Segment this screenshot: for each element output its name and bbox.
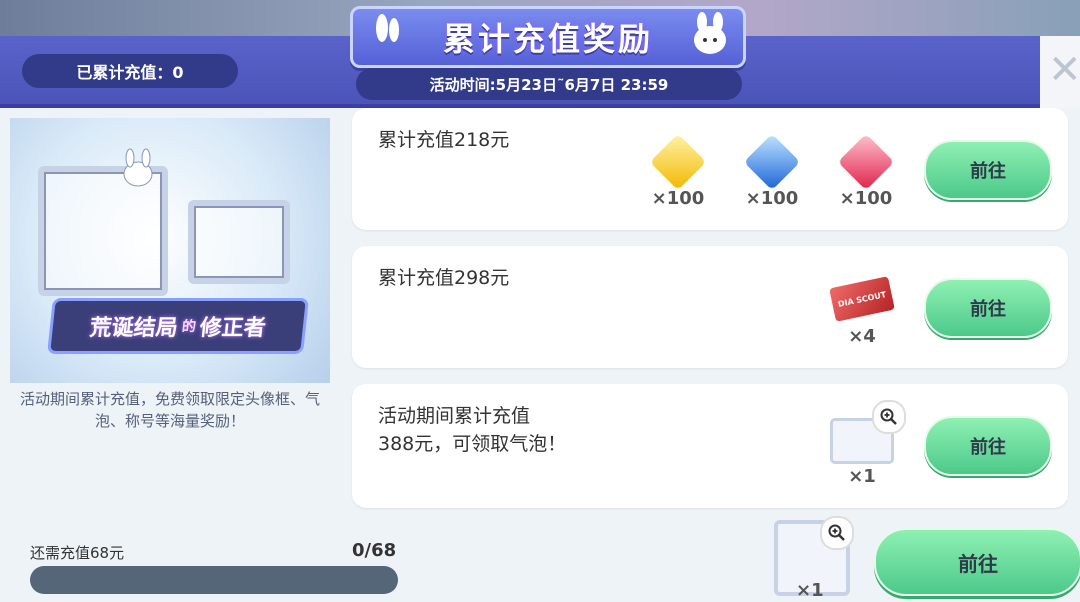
progress-bar: [30, 566, 398, 594]
close-icon[interactable]: ✕: [1048, 50, 1080, 90]
reward-card-298: 累计充值298元 DIA SCOUT ×4 前往: [352, 246, 1068, 368]
blue-gem-icon: [743, 133, 801, 191]
bubble-frame-preview: [188, 200, 290, 284]
title-end: 修正者: [198, 316, 268, 341]
item-qty: ×100: [745, 188, 799, 209]
bunny-icon: [120, 148, 153, 188]
progress-count: 0/68: [352, 540, 397, 561]
title-mid: 的: [181, 319, 197, 335]
go-button-main[interactable]: 前往: [874, 528, 1080, 596]
event-period: 活动时间:5月23日˜6月7日 23:59: [356, 68, 742, 100]
item-qty: ×4: [848, 326, 876, 347]
go-button[interactable]: 前往: [924, 140, 1052, 200]
card-title: 累计充值298元: [378, 267, 510, 289]
reward-item[interactable]: ×100: [742, 133, 802, 209]
promo-image: 荒诞结局 的 修正者: [10, 118, 330, 383]
item-qty: ×100: [651, 188, 705, 209]
bunny-mascot-icon: [690, 12, 726, 54]
zoom-in-icon[interactable]: [820, 516, 854, 550]
reward-item[interactable]: ×100: [836, 133, 896, 209]
bunny-ears-icon: [372, 14, 402, 54]
reward-card-218: 累计充值218元 ×100 ×100 ×100 前往: [352, 108, 1068, 230]
go-button[interactable]: 前往: [924, 278, 1052, 338]
go-button[interactable]: 前往: [924, 416, 1052, 476]
card-title-line2: 388元，可领取气泡！: [378, 433, 567, 455]
dia-scout-ticket-icon: DIA SCOUT: [829, 276, 895, 322]
total-recharge-badge: 已累计充值：0: [22, 54, 238, 88]
item-qty: ×1: [796, 580, 824, 601]
reward-item[interactable]: ×100: [648, 133, 708, 209]
reward-card-388: 活动期间累计充值 388元，可领取气泡！ ×1 前往: [352, 384, 1068, 508]
page-title: 累计充值奖励: [442, 20, 653, 58]
left-panel: 荒诞结局 的 修正者 活动期间累计充值，免费领取限定头像框、气泡、称号等海量奖励…: [10, 118, 330, 510]
reward-item[interactable]: DIA SCOUT ×4: [829, 276, 895, 347]
item-qty: ×100: [839, 188, 893, 209]
card-title-line1: 活动期间累计充值: [378, 405, 531, 427]
zoom-in-icon[interactable]: [872, 400, 906, 434]
reward-list[interactable]: 累计充值218元 ×100 ×100 ×100 前往 累计充值298元 DIA …: [352, 108, 1068, 508]
title-banner: 累计充值奖励: [350, 6, 746, 68]
title-main: 荒诞结局: [88, 316, 180, 341]
event-description: 活动期间累计充值，免费领取限定头像框、气泡、称号等海量奖励！: [19, 390, 320, 430]
card-title: 累计充值218元: [378, 129, 510, 151]
title-badge: 荒诞结局 的 修正者: [47, 298, 309, 354]
red-gem-icon: [837, 133, 895, 191]
remaining-label: 还需充值68元: [30, 544, 125, 562]
item-qty: ×1: [848, 466, 876, 487]
yellow-gem-icon: [649, 133, 707, 191]
